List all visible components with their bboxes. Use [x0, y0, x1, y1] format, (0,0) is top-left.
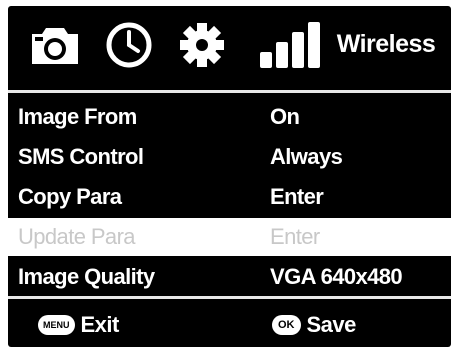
menu-item-image-quality[interactable]: Image Quality VGA 640x480	[8, 258, 451, 296]
menu-item-value: Always	[270, 144, 343, 169]
tab-settings[interactable]	[176, 20, 228, 70]
divider	[8, 90, 451, 93]
tab-camera[interactable]	[24, 20, 86, 70]
menu-item-value: On	[270, 104, 300, 129]
tab-wireless[interactable]: Wireless	[320, 24, 451, 64]
menu-item-label: Copy Para	[18, 184, 122, 209]
camera-icon	[32, 28, 78, 64]
menu-item-label: Image Quality	[18, 264, 155, 289]
menu-item-value: Enter	[270, 224, 320, 249]
menu-item-value: Enter	[270, 184, 324, 209]
menu-item-label: Update Para	[18, 224, 136, 249]
menu-item-sms-control[interactable]: SMS Control Always	[8, 138, 451, 176]
divider	[8, 296, 451, 299]
menu-item-copy-para[interactable]: Copy Para Enter	[8, 178, 451, 216]
menu-item-label: Image From	[18, 104, 137, 129]
ok-key-icon: OK	[272, 315, 301, 335]
save-button[interactable]: OK Save	[272, 306, 356, 344]
camera-settings-screen: Wireless Image From On SMS Control Alway…	[8, 6, 451, 347]
tab-signal[interactable]	[258, 20, 326, 70]
clock-icon	[106, 22, 152, 68]
tab-clock[interactable]	[104, 20, 154, 70]
tab-bar: Wireless	[8, 6, 451, 80]
menu-key-icon: MENU	[38, 315, 75, 335]
signal-bars-icon	[260, 22, 320, 68]
menu-item-value: VGA 640x480	[270, 264, 403, 289]
exit-button[interactable]: MENU Exit	[38, 306, 119, 344]
menu-item-image-from[interactable]: Image From On	[8, 98, 451, 136]
gear-icon	[180, 23, 224, 67]
footer-bar: MENU Exit OK Save	[8, 306, 451, 344]
exit-label: Exit	[80, 312, 120, 337]
menu-item-update-para: Update Para Enter	[8, 218, 451, 256]
save-label: Save	[306, 312, 357, 337]
menu-item-label: SMS Control	[18, 144, 144, 169]
